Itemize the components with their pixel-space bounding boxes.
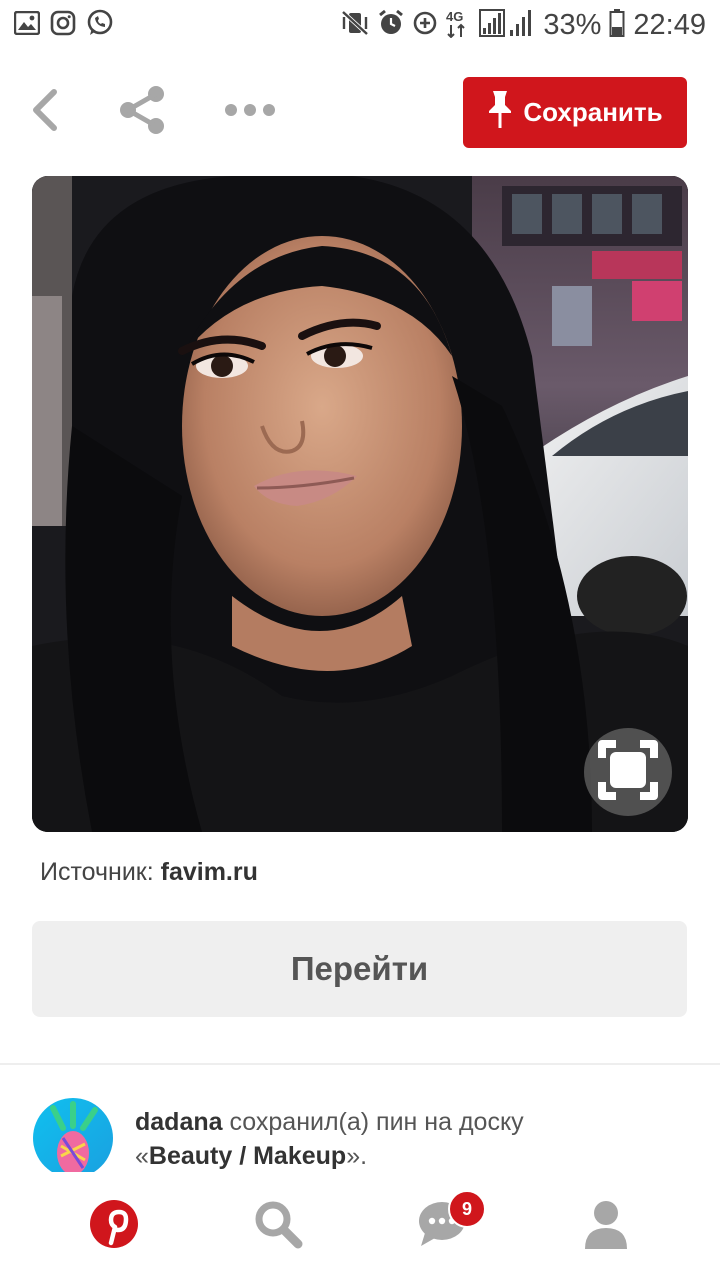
status-bar: 4G 33% 22:49 — [0, 0, 720, 50]
gallery-icon — [13, 10, 41, 40]
source-link[interactable]: favim.ru — [161, 858, 258, 886]
signal-icon — [479, 8, 535, 43]
share-button[interactable] — [116, 85, 168, 139]
pin-image[interactable] — [32, 176, 688, 832]
save-button[interactable]: Сохранить — [463, 77, 687, 148]
board-quote-open: « — [135, 1142, 149, 1170]
svg-text:4G: 4G — [446, 9, 463, 24]
board-quote-close: ». — [346, 1142, 368, 1170]
bottom-nav — [0, 1172, 720, 1280]
activity-board[interactable]: Beauty / Makeup — [149, 1142, 346, 1170]
pinterest-home-icon — [89, 1199, 139, 1254]
activity-username[interactable]: dadana — [135, 1108, 223, 1136]
vibrate-mute-icon — [341, 10, 369, 41]
alarm-icon — [377, 9, 405, 42]
battery-percent: 33% — [543, 8, 602, 41]
status-right: 4G 33% 22:49 — [341, 8, 706, 43]
nav-home[interactable] — [88, 1199, 140, 1254]
battery-icon — [609, 8, 625, 43]
pin-image-artwork — [32, 176, 688, 832]
nav-profile[interactable] — [580, 1200, 632, 1252]
instagram-icon — [50, 10, 76, 41]
avatar[interactable] — [33, 1098, 113, 1173]
pin-toolbar: Сохранить — [0, 75, 720, 149]
pin-icon — [487, 89, 513, 136]
source-label: Источник: — [40, 858, 154, 886]
activity-item: dadana сохранил(а) пин на доску «Beauty … — [0, 1065, 720, 1173]
profile-icon — [583, 1199, 629, 1254]
status-left — [13, 9, 114, 42]
messages-badge: 9 — [448, 1190, 486, 1228]
nav-search[interactable] — [252, 1200, 304, 1252]
share-icon — [118, 85, 166, 140]
more-dots-icon — [224, 103, 276, 122]
activity-text: dadana сохранил(а) пин на доску «Beauty … — [135, 1105, 695, 1173]
whatsapp-icon — [86, 9, 114, 42]
visit-button-label: Перейти — [290, 950, 429, 987]
visit-button[interactable]: Перейти — [32, 921, 687, 1017]
search-icon — [253, 1199, 303, 1254]
chevron-left-icon — [30, 88, 60, 137]
clock: 22:49 — [633, 8, 706, 41]
activity-action: сохранил(а) пин на доску — [222, 1108, 524, 1136]
4g-signal-icon: 4G — [445, 8, 471, 43]
visual-search-icon — [598, 739, 658, 805]
data-saver-icon — [413, 11, 437, 40]
visual-search-button[interactable] — [584, 728, 672, 816]
more-button[interactable] — [222, 85, 278, 139]
pin-source: Источник: favim.ru — [40, 858, 258, 887]
save-button-label: Сохранить — [523, 97, 663, 127]
back-button[interactable] — [20, 85, 70, 139]
